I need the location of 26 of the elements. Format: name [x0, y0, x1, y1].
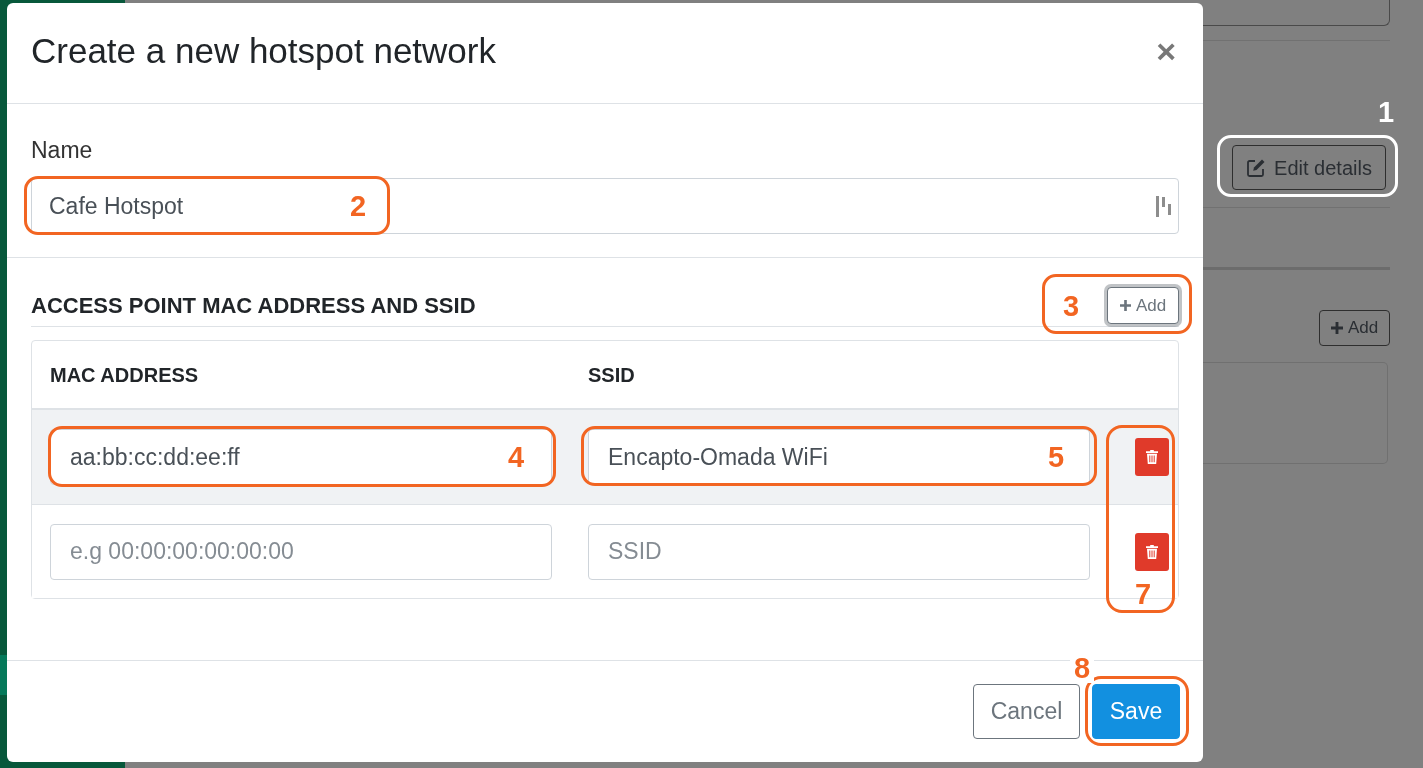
pencil-square-icon: [1246, 157, 1267, 178]
edit-details-button[interactable]: Edit details: [1232, 145, 1386, 190]
callout-number: 4: [508, 443, 525, 472]
modal-title: Create a new hotspot network: [31, 30, 496, 72]
section-heading: ACCESS POINT MAC ADDRESS AND SSID: [31, 292, 476, 320]
plus-icon: [1119, 300, 1131, 311]
save-button[interactable]: Save: [1092, 684, 1180, 739]
add-button[interactable]: Add: [1107, 287, 1179, 324]
close-button[interactable]: ×: [1156, 34, 1176, 68]
trash-icon: [1146, 450, 1158, 464]
callout-number: 2: [350, 192, 367, 221]
delete-button[interactable]: [1135, 532, 1169, 571]
add-button[interactable]: Add: [1319, 310, 1390, 346]
callout-number: 7: [1135, 580, 1152, 609]
delete-button[interactable]: [1135, 438, 1169, 476]
ssid-input[interactable]: SSID: [588, 523, 1090, 580]
mac-address-input[interactable]: e.g 00:00:00:00:00:00: [50, 523, 552, 580]
callout-number: 1: [1378, 98, 1395, 127]
callout-number: 3: [1063, 292, 1080, 321]
callout-number: 5: [1048, 443, 1065, 472]
field-label: Name: [31, 137, 93, 163]
cancel-button[interactable]: Cancel: [973, 684, 1080, 739]
trash-icon: [1146, 544, 1158, 559]
cut-off-button[interactable]: [1203, 0, 1390, 26]
bars-icon[interactable]: [1156, 196, 1171, 217]
plus-icon: [1330, 322, 1343, 334]
